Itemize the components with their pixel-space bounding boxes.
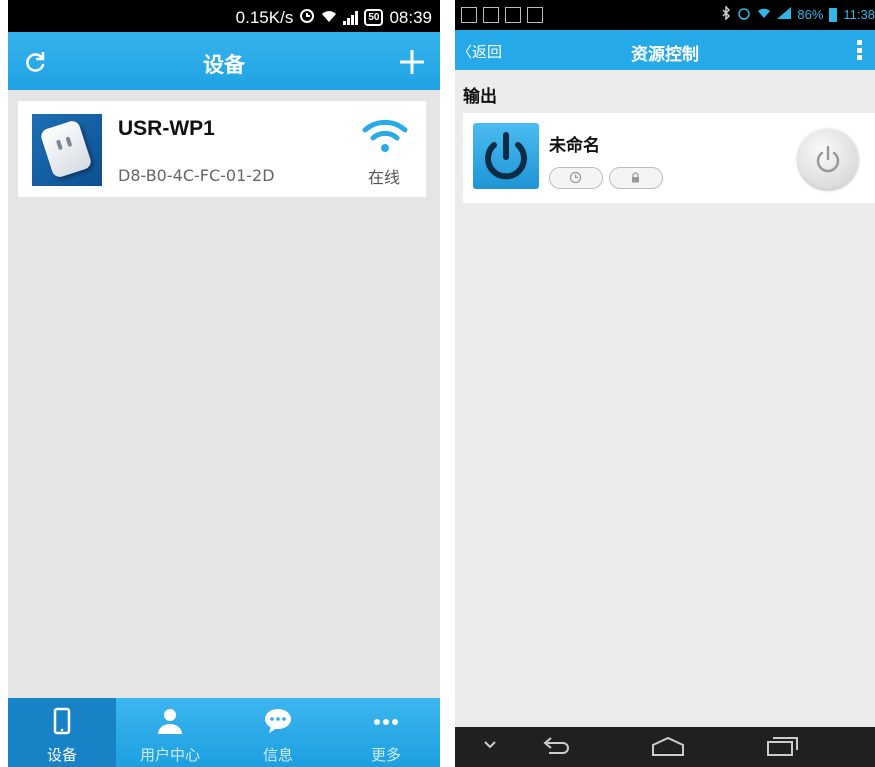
tab-devices[interactable]: 设备 xyxy=(8,698,116,767)
wifi-status-icon xyxy=(321,8,337,28)
tab-more[interactable]: 更多 xyxy=(332,698,440,767)
page-title: 资源控制 xyxy=(631,45,699,65)
wifi-status-icon xyxy=(757,7,771,22)
battery-percent: 86% xyxy=(797,7,824,22)
device-status: 在线 xyxy=(368,168,401,187)
tab-label: 更多 xyxy=(370,746,401,764)
resource-name: 未命名 xyxy=(549,136,600,156)
app-notification-icon xyxy=(483,7,499,23)
chevron-down-icon[interactable] xyxy=(481,735,499,753)
resource-control-screen: 86% 11:38 〈返回 资源控制 输出 未命名 xyxy=(455,0,875,767)
status-bar: 0.15K/s 50 08:39 xyxy=(8,0,440,32)
resource-power-tile[interactable] xyxy=(473,123,539,189)
tab-label: 设备 xyxy=(46,746,77,764)
alarm-icon xyxy=(299,7,315,28)
wifi-icon xyxy=(362,119,408,152)
section-title: 输出 xyxy=(463,87,497,107)
bluetooth-icon xyxy=(721,5,731,23)
page-title: 设备 xyxy=(203,53,245,77)
resource-card[interactable]: 未命名 xyxy=(463,113,875,203)
bottom-tab-bar: 设备 用户中心 信息 更多 xyxy=(8,698,440,767)
alarm-icon xyxy=(737,6,751,23)
power-icon xyxy=(485,132,527,180)
power-toggle-button[interactable] xyxy=(798,129,858,189)
plus-icon[interactable] xyxy=(398,48,426,76)
home-icon[interactable] xyxy=(651,735,685,757)
app-header: 〈返回 资源控制 xyxy=(455,30,875,70)
device-mac: D8-B0-4C-FC-01-2D xyxy=(118,166,275,185)
tab-messages[interactable]: 信息 xyxy=(224,698,332,767)
android-notification-icon xyxy=(527,7,543,23)
recent-apps-icon[interactable] xyxy=(765,735,799,757)
lock-icon xyxy=(632,172,639,183)
lock-chip[interactable] xyxy=(609,167,663,189)
battery-icon: 50 xyxy=(364,9,384,26)
network-speed: 0.15K/s xyxy=(235,7,294,27)
app-header: 设备 xyxy=(8,32,440,90)
power-icon xyxy=(816,145,840,173)
chat-icon xyxy=(265,709,291,733)
screenshot-notification-icon xyxy=(505,7,521,23)
timer-chip[interactable] xyxy=(549,167,603,189)
battery-icon xyxy=(829,7,838,22)
more-icon xyxy=(374,719,398,725)
phone-icon xyxy=(53,707,71,735)
signal-icon xyxy=(343,10,359,25)
device-list-screen: 0.15K/s 50 08:39 设备 USR-WP1 D8-B0-4C-FC-… xyxy=(8,0,440,767)
tab-label: 信息 xyxy=(262,746,293,764)
status-bar: 86% 11:38 xyxy=(455,0,875,30)
signal-icon xyxy=(777,7,792,22)
overflow-menu-icon[interactable] xyxy=(857,40,863,60)
notification-icons xyxy=(461,7,543,23)
tab-user-center[interactable]: 用户中心 xyxy=(116,698,224,767)
user-icon xyxy=(158,709,182,734)
clock-time: 08:39 xyxy=(389,7,432,27)
clock-time: 11:38 xyxy=(843,7,875,22)
image-notification-icon xyxy=(461,7,477,23)
clock-icon xyxy=(569,171,582,184)
tab-label: 用户中心 xyxy=(139,746,200,764)
system-nav-bar xyxy=(455,727,875,767)
back-icon[interactable] xyxy=(539,735,571,757)
device-name: USR-WP1 xyxy=(118,117,215,140)
device-thumbnail xyxy=(32,114,102,186)
device-card[interactable]: USR-WP1 D8-B0-4C-FC-01-2D 在线 xyxy=(18,101,426,197)
